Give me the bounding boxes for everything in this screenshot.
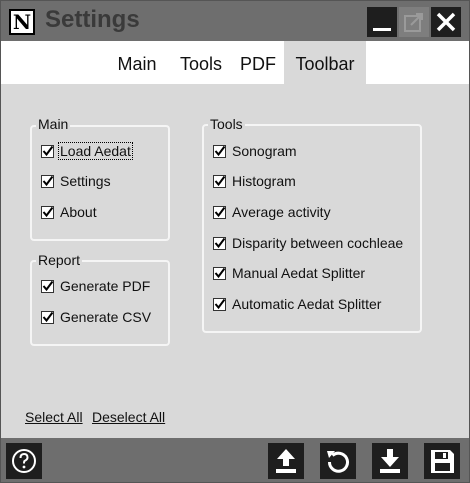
checkbox-about[interactable]: About <box>41 203 97 221</box>
tab-toolbar[interactable]: Toolbar <box>284 41 366 84</box>
checkbox-histogram[interactable]: Histogram <box>213 172 296 190</box>
upload-icon <box>276 449 296 473</box>
checkbox-automatic-aedat-splitter[interactable]: Automatic Aedat Splitter <box>213 295 381 313</box>
checkbox-label: Automatic Aedat Splitter <box>232 296 382 312</box>
tools-group-title: Tools <box>208 116 245 132</box>
settings-window: N Settings Main Tools PDF Toolbar Main R… <box>0 0 470 483</box>
checkbox-box[interactable] <box>41 144 54 158</box>
checkbox-label: Generate PDF <box>60 278 151 294</box>
deselect-all-link[interactable]: Deselect All <box>92 409 165 425</box>
minimize-button[interactable] <box>367 7 397 37</box>
tab-pdf[interactable]: PDF <box>237 41 279 84</box>
checkbox-box[interactable] <box>213 144 226 158</box>
checkbox-generate-pdf[interactable]: Generate PDF <box>41 277 150 295</box>
checkbox-box[interactable] <box>41 279 54 293</box>
checkbox-label: Load Aedat <box>58 142 133 160</box>
close-button[interactable] <box>431 7 461 37</box>
checkbox-box[interactable] <box>213 174 226 188</box>
checkbox-label: Histogram <box>232 173 296 189</box>
checkbox-label: Average activity <box>232 204 331 220</box>
checkbox-disparity-between-cochleae[interactable]: Disparity between cochleae <box>213 234 403 252</box>
maximize-icon <box>404 13 423 32</box>
download-icon <box>380 449 400 473</box>
tab-tools[interactable]: Tools <box>173 41 229 84</box>
report-group <box>30 260 170 346</box>
checkbox-settings[interactable]: Settings <box>41 172 111 190</box>
checkbox-label: Generate CSV <box>60 309 152 325</box>
maximize-button <box>399 7 429 37</box>
app-logo-icon: N <box>9 9 35 35</box>
tab-bar: Main Tools PDF Toolbar <box>1 41 469 84</box>
main-group-title: Main <box>36 116 71 132</box>
checkbox-box[interactable] <box>213 266 226 280</box>
checkbox-box[interactable] <box>213 205 226 219</box>
select-all-link[interactable]: Select All <box>25 409 83 425</box>
report-group-title: Report <box>36 252 83 268</box>
help-icon <box>12 449 36 473</box>
checkbox-manual-aedat-splitter[interactable]: Manual Aedat Splitter <box>213 264 365 282</box>
save-button[interactable] <box>424 443 460 479</box>
checkbox-load-aedat[interactable]: Load Aedat <box>41 142 133 160</box>
reset-icon <box>327 451 349 473</box>
download-button[interactable] <box>372 443 408 479</box>
window-title: Settings <box>45 6 140 33</box>
checkbox-generate-csv[interactable]: Generate CSV <box>41 308 151 326</box>
reset-button[interactable] <box>320 443 356 479</box>
checkbox-label: Manual Aedat Splitter <box>232 265 366 281</box>
title-bar[interactable]: N Settings <box>1 1 469 41</box>
checkbox-box[interactable] <box>213 236 226 250</box>
checkbox-sonogram[interactable]: Sonogram <box>213 142 297 160</box>
checkbox-box[interactable] <box>213 297 226 311</box>
checkbox-label: Sonogram <box>232 143 297 159</box>
checkbox-box[interactable] <box>41 205 54 219</box>
checkbox-label: Disparity between cochleae <box>232 235 404 251</box>
save-icon <box>431 450 454 473</box>
help-button[interactable] <box>6 443 42 479</box>
checkbox-box[interactable] <box>41 174 54 188</box>
bottom-toolbar <box>1 438 469 482</box>
upload-button[interactable] <box>268 443 304 479</box>
checkbox-average-activity[interactable]: Average activity <box>213 203 331 221</box>
checkbox-label: Settings <box>60 173 111 189</box>
tab-main[interactable]: Main <box>110 41 164 84</box>
close-icon <box>436 12 456 32</box>
checkbox-box[interactable] <box>41 310 54 324</box>
checkbox-label: About <box>60 204 97 220</box>
